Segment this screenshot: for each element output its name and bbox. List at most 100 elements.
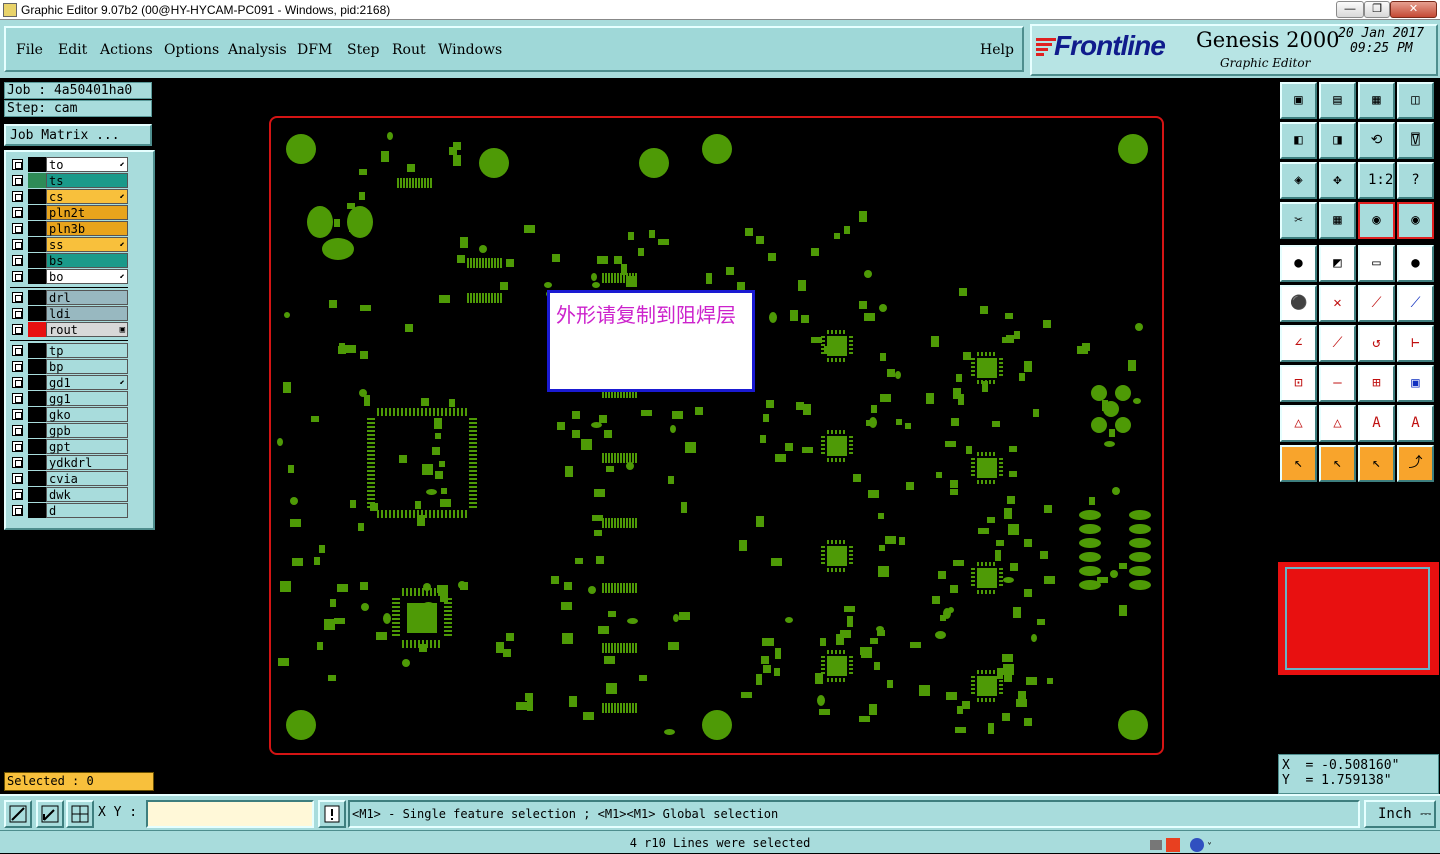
unit-selector[interactable]: Inch ⎓	[1364, 800, 1436, 828]
layer-checkbox[interactable]	[12, 409, 23, 420]
layer-color-swatch[interactable]	[28, 503, 46, 518]
layer-color-swatch[interactable]	[28, 221, 46, 236]
layer-name[interactable]: bp	[46, 359, 128, 374]
select-round-icon[interactable]: ↖	[1358, 445, 1395, 482]
layer-row-bo[interactable]: bo ⬋	[10, 269, 128, 284]
snap-pad-icon[interactable]: ●	[1397, 245, 1434, 282]
layer-color-swatch[interactable]	[28, 290, 46, 305]
layer-checkbox[interactable]	[12, 345, 23, 356]
layer-row-ss[interactable]: ss ⬋	[10, 237, 128, 252]
layer-name[interactable]: ts	[46, 173, 128, 188]
layer-name[interactable]: to ⬋	[46, 157, 128, 172]
undo-zoom-icon[interactable]: ⟲	[1358, 122, 1395, 159]
layer-name[interactable]: rout ▣	[46, 322, 128, 337]
menu-options[interactable]: Options	[164, 42, 219, 58]
layer-name[interactable]: cvia	[46, 471, 128, 486]
layer-row-gpb[interactable]: gpb	[10, 423, 128, 438]
layer-name[interactable]: bs	[46, 253, 128, 268]
layer-checkbox[interactable]	[12, 292, 23, 303]
layer-name[interactable]: drl	[46, 290, 128, 305]
cut-line-icon[interactable]: —	[1319, 365, 1356, 402]
layer-row-ts[interactable]: ts	[10, 173, 128, 188]
layer-checkbox[interactable]	[12, 175, 23, 186]
snap-intersect-icon[interactable]: ✕	[1319, 285, 1356, 322]
close-button[interactable]: ✕	[1390, 1, 1437, 18]
alert-icon[interactable]	[318, 800, 346, 828]
menu-analysis[interactable]: Analysis	[228, 42, 287, 58]
maximize-button[interactable]: ❐	[1364, 1, 1390, 18]
layer-row-ydkdrl[interactable]: ydkdrl	[10, 455, 128, 470]
layer-checkbox[interactable]	[12, 191, 23, 202]
text-large-icon[interactable]: A	[1358, 405, 1395, 442]
zoom-home-icon[interactable]: ▣	[1280, 82, 1317, 119]
select-pointer-icon[interactable]: ↖	[1280, 445, 1317, 482]
layer-checkbox[interactable]	[12, 441, 23, 452]
minimize-button[interactable]: —	[1336, 1, 1364, 18]
layer-name[interactable]: dwk	[46, 487, 128, 502]
layer-checkbox[interactable]	[12, 457, 23, 468]
layer-name[interactable]: pln3b	[46, 221, 128, 236]
layer-color-swatch[interactable]	[28, 471, 46, 486]
pan-right-icon[interactable]: ◨	[1319, 122, 1356, 159]
layer-row-to[interactable]: to ⬋	[10, 157, 128, 172]
grid-snap-icon[interactable]	[66, 800, 94, 828]
pan-left-icon[interactable]: ◧	[1280, 122, 1317, 159]
layer-color-swatch[interactable]	[28, 173, 46, 188]
zoom-in-icon[interactable]: ◈	[1280, 162, 1317, 199]
layer-color-swatch[interactable]	[28, 375, 46, 390]
zoom-split-icon[interactable]: ◫	[1397, 82, 1434, 119]
arc-icon[interactable]: ↺	[1358, 325, 1395, 362]
layer-checkbox[interactable]	[12, 425, 23, 436]
xy-input[interactable]	[146, 800, 314, 828]
snap-point-blue-icon[interactable]: ⟋	[1397, 285, 1434, 322]
text-small-icon[interactable]: △	[1280, 405, 1317, 442]
layer-name[interactable]: gko	[46, 407, 128, 422]
resize-icon[interactable]	[4, 800, 32, 828]
layer-name[interactable]: gd1 ⬋	[46, 375, 128, 390]
layer-color-swatch[interactable]	[28, 189, 46, 204]
angle-icon[interactable]: ∠	[1280, 325, 1317, 362]
layer-color-swatch[interactable]	[28, 306, 46, 321]
layer-row-bp[interactable]: bp	[10, 359, 128, 374]
layer-row-gko[interactable]: gko	[10, 407, 128, 422]
layer-checkbox[interactable]	[12, 159, 23, 170]
layer-row-tp[interactable]: tp	[10, 343, 128, 358]
graphic-canvas[interactable]: 外形请复制到阻焊层	[157, 78, 1277, 794]
grid-icon[interactable]: ▦	[1319, 202, 1356, 239]
layer-display-alt-icon[interactable]: ◉	[1397, 202, 1434, 239]
layer-name[interactable]: ldi	[46, 306, 128, 321]
layer-row-cs[interactable]: cs ⬋	[10, 189, 128, 204]
job-matrix-button[interactable]: Job Matrix ...	[4, 124, 152, 146]
layer-row-cvia[interactable]: cvia	[10, 471, 128, 486]
layer-color-swatch[interactable]	[28, 391, 46, 406]
menu-dfm[interactable]: DFM	[297, 42, 332, 58]
layer-row-gd1[interactable]: gd1 ⬋	[10, 375, 128, 390]
layer-row-ldi[interactable]: ldi	[10, 306, 128, 321]
overview-viewport[interactable]	[1285, 567, 1430, 670]
menu-windows[interactable]: Windows	[438, 42, 502, 58]
layer-checkbox[interactable]	[12, 239, 23, 250]
layer-color-swatch[interactable]	[28, 455, 46, 470]
snap-point-red-icon[interactable]: ⟋	[1358, 285, 1395, 322]
layer-checkbox[interactable]	[12, 207, 23, 218]
layer-checkbox[interactable]	[12, 308, 23, 319]
layer-color-swatch[interactable]	[28, 487, 46, 502]
layer-checkbox[interactable]	[12, 361, 23, 372]
zoom-out-icon[interactable]: ✥	[1319, 162, 1356, 199]
connect-icon[interactable]: ⚫	[1280, 285, 1317, 322]
layer-name[interactable]: tp	[46, 343, 128, 358]
menu-edit[interactable]: Edit	[58, 42, 87, 58]
layer-color-swatch[interactable]	[28, 423, 46, 438]
zoom-window-icon[interactable]: ▦	[1358, 82, 1395, 119]
layer-checkbox[interactable]	[12, 489, 23, 500]
snap-center-icon[interactable]: ●	[1280, 245, 1317, 282]
layer-row-d[interactable]: d	[10, 503, 128, 518]
layer-checkbox[interactable]	[12, 377, 23, 388]
layer-row-pln3b[interactable]: pln3b	[10, 221, 128, 236]
line-draw-icon[interactable]: ⟋	[1319, 325, 1356, 362]
overview-map[interactable]	[1278, 562, 1439, 675]
layer-row-bs[interactable]: bs	[10, 253, 128, 268]
query-icon[interactable]: ?	[1397, 162, 1434, 199]
layer-row-gpt[interactable]: gpt	[10, 439, 128, 454]
layer-checkbox[interactable]	[12, 505, 23, 516]
